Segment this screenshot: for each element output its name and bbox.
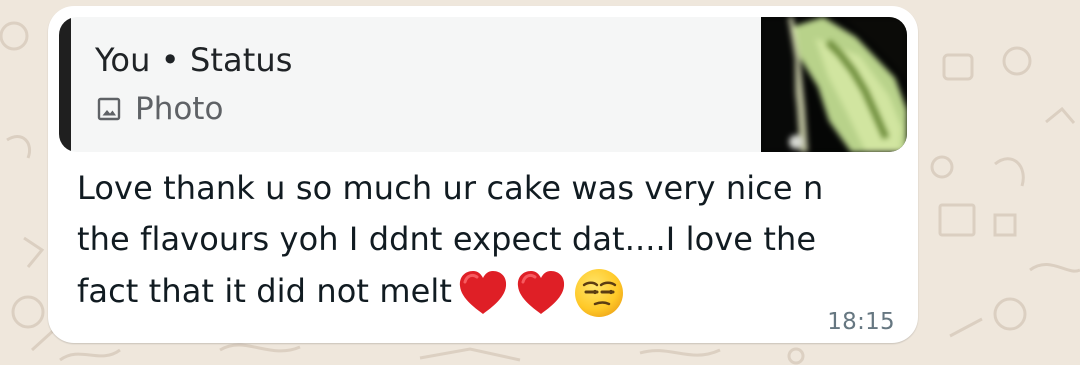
quote-accent-bar — [59, 17, 71, 152]
message-line: Love thank u so much ur cake was very ni… — [77, 169, 824, 207]
red-heart-emoji — [455, 265, 511, 321]
unamused-face-emoji — [571, 265, 627, 321]
message-line-text: fact that it did not melt — [77, 272, 453, 310]
red-heart-emoji — [513, 265, 569, 321]
emoji-row — [453, 265, 627, 321]
quote-subtitle: Photo — [95, 91, 223, 127]
message-line: the flavours yoh I ddnt expect dat....I … — [77, 220, 817, 258]
message-line-with-emojis: fact that it did not melt — [77, 265, 882, 321]
quote-subtitle-label: Photo — [135, 91, 224, 127]
photo-icon — [95, 95, 123, 123]
quoted-status-reply[interactable]: You • Status Photo — [59, 17, 907, 152]
message-bubble[interactable]: You • Status Photo Love thank u so much … — [48, 6, 918, 343]
message-text: Love thank u so much ur cake was very ni… — [77, 163, 882, 321]
message-timestamp: 18:15 — [827, 309, 895, 335]
quote-title: You • Status — [95, 41, 293, 79]
status-photo-thumbnail[interactable] — [761, 17, 907, 152]
